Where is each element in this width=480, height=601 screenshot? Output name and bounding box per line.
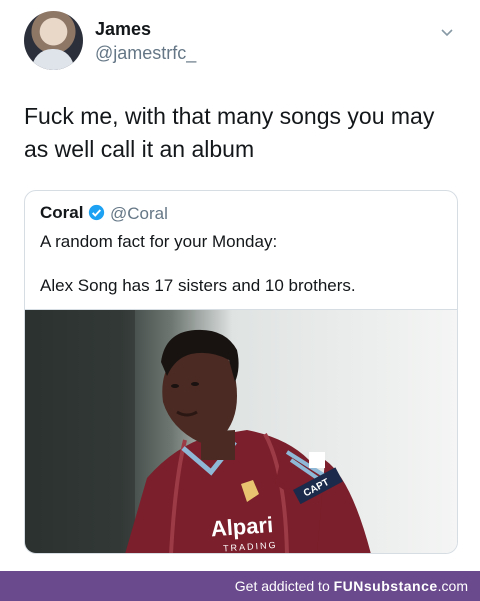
author-handle[interactable]: @jamestrfc_ [95, 43, 196, 64]
footer-prefix: Get addicted to [234, 578, 334, 594]
quoted-author-handle: @Coral [110, 204, 168, 223]
site-footer-banner[interactable]: Get addicted to FUNsubstance.com [0, 571, 480, 601]
quoted-text-line-1: A random fact for your Monday: [40, 232, 278, 251]
tweet-text: Fuck me, with that many songs you may as… [24, 100, 460, 166]
chevron-down-icon[interactable] [440, 25, 454, 39]
tweet-text-line-1: Fuck me, with that many songs you may [24, 103, 435, 129]
tweet-text-line-2: as well call it an album [24, 136, 255, 162]
quoted-photo[interactable]: CAPT Alpari TRADING [25, 309, 457, 553]
quoted-text-line-2: Alex Song has 17 sisters and 10 brothers… [40, 276, 356, 295]
verified-badge-icon [88, 204, 105, 221]
quoted-tweet-card[interactable]: Coral @Coral A random fact for your Mond… [24, 190, 458, 554]
shirt-sponsor-text: Alpari [210, 512, 274, 541]
player-illustration: CAPT Alpari TRADING [25, 310, 371, 553]
footer-brand: FUNsubstance [333, 578, 438, 594]
footer-text: Get addicted to FUNsubstance.com [235, 578, 468, 594]
author-avatar[interactable] [24, 11, 83, 70]
footer-suffix: .com [437, 578, 468, 594]
quoted-author-name: Coral [40, 203, 84, 222]
author-name[interactable]: James [95, 19, 151, 40]
